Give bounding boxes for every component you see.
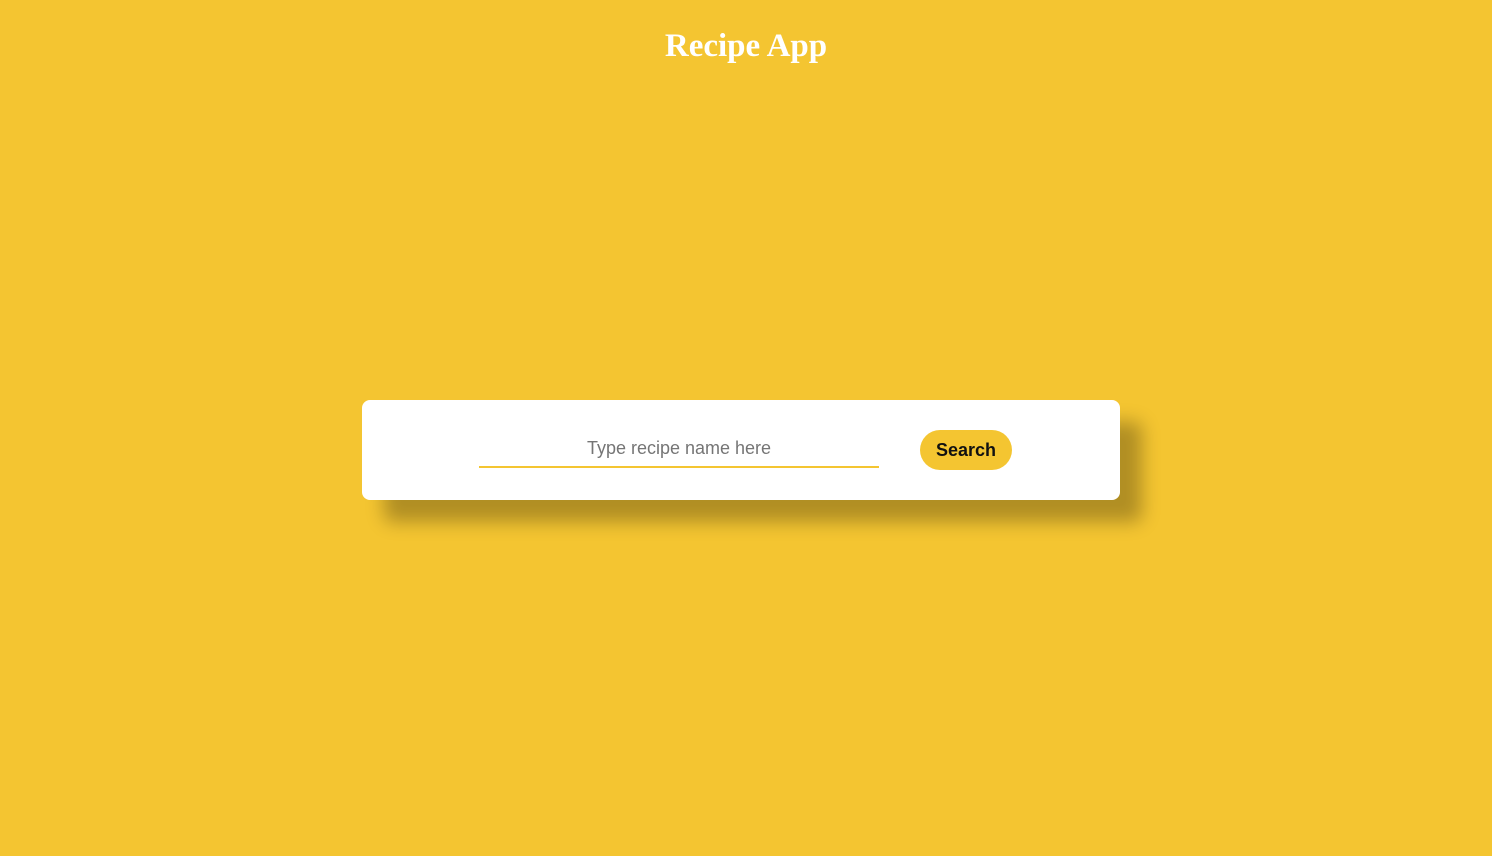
page-title: Recipe App [664, 28, 828, 64]
search-input[interactable] [479, 430, 879, 468]
search-card: Search [362, 400, 1120, 500]
search-button[interactable]: Search [920, 430, 1012, 470]
